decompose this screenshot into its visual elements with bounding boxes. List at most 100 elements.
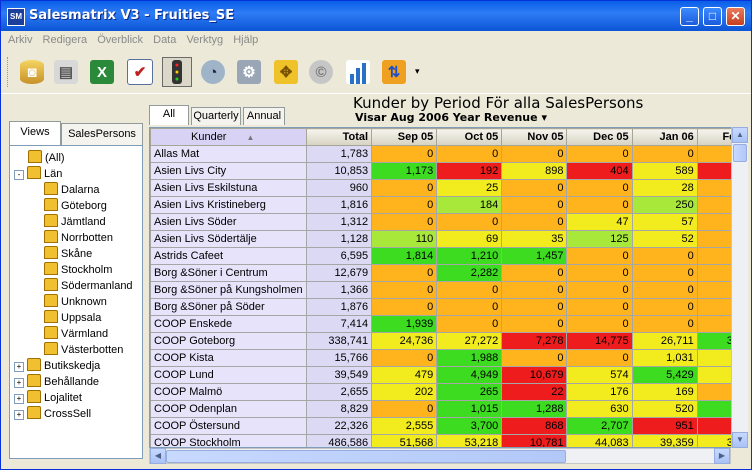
period-value-cell[interactable]: 0 [501, 213, 568, 231]
period-value-cell[interactable]: 0 [631, 281, 698, 299]
table-row[interactable]: Borg &Söner i Centrum 12,679 0 2,282 0 0 0 [150, 264, 746, 282]
period-value-cell[interactable]: 69 [436, 230, 503, 248]
period-value-cell[interactable]: 192 [436, 162, 503, 180]
customer-name-cell[interactable]: COOP Odenplan [150, 400, 307, 418]
move-button[interactable]: ✥ [271, 57, 301, 87]
menu-arkiv[interactable]: Arkiv [8, 31, 32, 50]
scroll-up-button[interactable]: ▲ [732, 127, 748, 143]
period-value-cell[interactable]: 0 [436, 298, 503, 316]
customer-name-cell[interactable]: Asien Livs Eskilstuna [150, 179, 307, 197]
period-value-cell[interactable]: 589 [631, 162, 698, 180]
sort-button[interactable]: ⇅ [379, 57, 409, 87]
table-row[interactable]: Astrids Cafeet 6,595 1,814 1,210 1,457 0 0 [150, 247, 746, 265]
period-value-cell[interactable]: 27,272 [436, 332, 503, 350]
period-value-cell[interactable]: 0 [566, 145, 633, 163]
vertical-scroll-thumb[interactable] [733, 144, 747, 162]
scroll-right-button[interactable]: ▶ [714, 448, 730, 464]
period-value-cell[interactable]: 28 [631, 179, 698, 197]
period-value-cell[interactable]: 0 [501, 179, 568, 197]
period-value-cell[interactable]: 0 [631, 298, 698, 316]
period-value-cell[interactable]: 25 [436, 179, 503, 197]
period-value-cell[interactable]: 0 [501, 298, 568, 316]
period-value-cell[interactable]: 176 [566, 383, 633, 401]
table-row[interactable]: COOP Kista15,76601,988001,0311, [150, 349, 746, 367]
table-row[interactable]: COOP Stockholm 486,586 51,568 53,218 10,781 4… [150, 434, 746, 447]
table-row[interactable]: COOP Odenplan8,82901,0151,2886305204 [150, 400, 746, 418]
tree-item[interactable]: Södermanland [44, 278, 133, 294]
menu-data[interactable]: Data [153, 31, 176, 50]
table-row[interactable]: Borg &Söner på Kungsholmen 1,366 0 0 0 0 0 [150, 281, 746, 299]
checklist-button[interactable]: ✔ [125, 57, 155, 87]
vertical-scrollbar[interactable]: ▲ ▼ [731, 127, 748, 448]
scroll-down-button[interactable]: ▼ [732, 432, 748, 448]
total-cell[interactable]: 10,853 [305, 162, 373, 180]
customer-name-cell[interactable]: Allas Mat [150, 145, 307, 163]
period-value-cell[interactable]: 1,288 [501, 400, 568, 418]
period-value-cell[interactable]: 0 [631, 145, 698, 163]
total-cell[interactable]: 338,741 [305, 332, 373, 350]
menu-overblick[interactable]: Överblick [97, 31, 143, 50]
period-value-cell[interactable]: 0 [566, 315, 633, 333]
period-value-cell[interactable]: 1,173 [371, 162, 438, 180]
table-row[interactable]: COOP Enskede 7,414 1,939 0 0 0 0 [150, 315, 746, 333]
period-value-cell[interactable]: 479 [371, 366, 438, 384]
customer-name-cell[interactable]: Asien Livs Söder [150, 213, 307, 231]
period-value-cell[interactable]: 0 [501, 281, 568, 299]
period-value-cell[interactable]: 5,429 [631, 366, 698, 384]
table-row[interactable]: Asien Livs Eskilstuna 960 0 25 0 0 28 [150, 179, 746, 197]
period-value-cell[interactable]: 1,031 [631, 349, 698, 367]
column-header[interactable]: Dec 05 [566, 128, 633, 146]
period-value-cell[interactable]: 47 [566, 213, 633, 231]
period-value-cell[interactable]: 39,359 [631, 434, 698, 447]
table-row[interactable]: Allas Mat1,783000000 [150, 145, 746, 163]
period-value-cell[interactable]: 404 [566, 162, 633, 180]
period-value-cell[interactable]: 0 [566, 247, 633, 265]
tree-item[interactable]: + Butikskedja [14, 358, 100, 374]
tree-item[interactable]: + Behållande [14, 374, 99, 390]
total-cell[interactable]: 960 [305, 179, 373, 197]
tree-item[interactable]: Unknown [44, 294, 107, 310]
customer-name-cell[interactable]: Asien Livs Södertälje [150, 230, 307, 248]
customer-name-cell[interactable]: COOP Enskede [150, 315, 307, 333]
scroll-left-button[interactable]: ◀ [150, 448, 166, 464]
customer-name-cell[interactable]: COOP Lund [150, 366, 307, 384]
tab-views[interactable]: Views [9, 121, 61, 145]
period-value-cell[interactable]: 53,218 [436, 434, 503, 447]
customer-name-cell[interactable]: Astrids Cafeet [150, 247, 307, 265]
total-cell[interactable]: 1,783 [305, 145, 373, 163]
period-value-cell[interactable]: 52 [631, 230, 698, 248]
table-row[interactable]: Asien Livs City 10,853 1,173 192 898 404 589 [150, 162, 746, 180]
total-cell[interactable]: 1,816 [305, 196, 373, 214]
app-icon[interactable]: SM [7, 8, 25, 26]
period-value-cell[interactable]: 0 [631, 264, 698, 282]
tab-all[interactable]: All [149, 105, 189, 125]
tree-item[interactable]: + CrossSell [14, 406, 91, 422]
period-value-cell[interactable]: 1,015 [436, 400, 503, 418]
column-header[interactable]: Oct 05 [436, 128, 503, 146]
period-value-cell[interactable]: 1,988 [436, 349, 503, 367]
customer-name-cell[interactable]: COOP Stockholm [150, 434, 307, 447]
excel-button[interactable]: X [87, 57, 117, 87]
total-cell[interactable]: 1,128 [305, 230, 373, 248]
period-value-cell[interactable]: 10,679 [501, 366, 568, 384]
tab-quarterly[interactable]: Quarterly [191, 107, 241, 125]
period-value-cell[interactable]: 0 [371, 349, 438, 367]
period-value-cell[interactable]: 0 [501, 145, 568, 163]
menu-redigera[interactable]: Redigera [43, 31, 88, 50]
period-value-cell[interactable]: 2,555 [371, 417, 438, 435]
period-value-cell[interactable]: 0 [436, 315, 503, 333]
period-value-cell[interactable]: 10,781 [501, 434, 568, 447]
period-value-cell[interactable]: 125 [566, 230, 633, 248]
total-cell[interactable]: 1,366 [305, 281, 373, 299]
traffic-light-button[interactable]: ● ● ● [162, 57, 192, 87]
period-value-cell[interactable]: 184 [436, 196, 503, 214]
period-value-cell[interactable]: 630 [566, 400, 633, 418]
tree-item[interactable]: Norrbotten [44, 230, 113, 246]
menu-hjalp[interactable]: Hjälp [233, 31, 258, 50]
period-value-cell[interactable]: 14,775 [566, 332, 633, 350]
period-value-cell[interactable]: 0 [501, 349, 568, 367]
period-value-cell[interactable]: 24,736 [371, 332, 438, 350]
tree-item[interactable]: Jämtland [44, 214, 106, 230]
period-value-cell[interactable]: 0 [436, 281, 503, 299]
period-value-cell[interactable]: 0 [371, 213, 438, 231]
